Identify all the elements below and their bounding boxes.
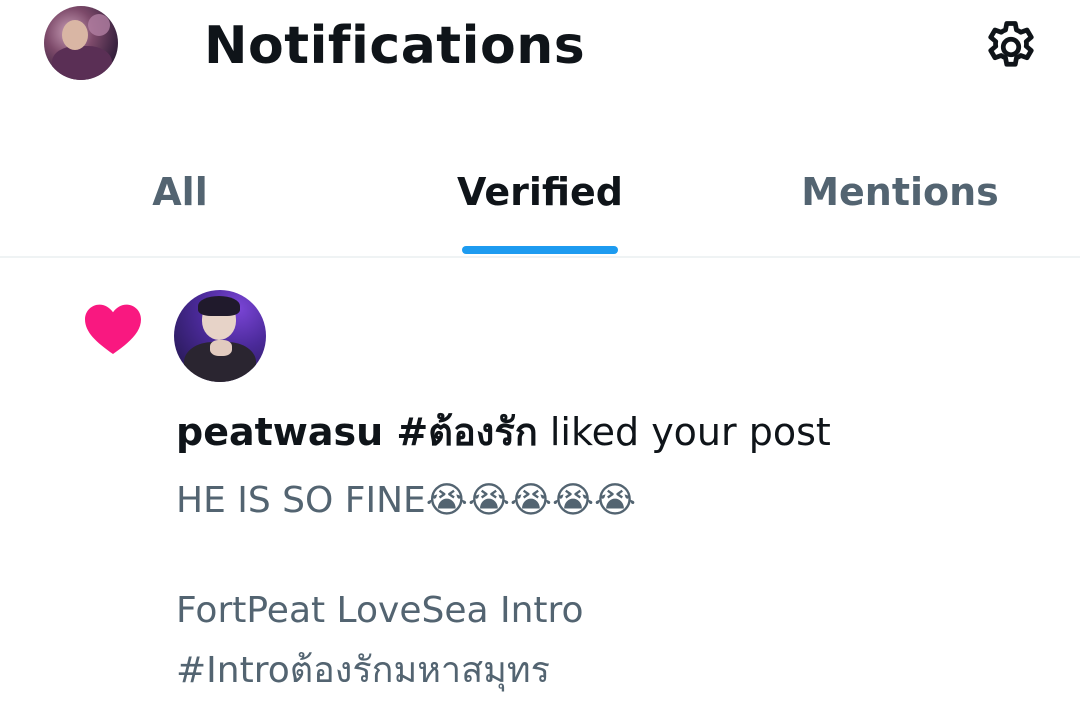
heart-icon bbox=[85, 304, 141, 354]
settings-button[interactable] bbox=[978, 14, 1044, 80]
tab-mentions[interactable]: Mentions bbox=[790, 150, 1010, 256]
notifications-page: Notifications All Verified Mentions peat… bbox=[0, 0, 1080, 710]
user-avatar[interactable] bbox=[174, 290, 266, 382]
tab-all[interactable]: All bbox=[120, 150, 240, 256]
post-text-line: #Introต้องรักมหาสมุทร bbox=[176, 650, 550, 691]
profile-avatar-icon[interactable] bbox=[44, 6, 118, 80]
notification-username[interactable]: peatwasu #ต้องรัก bbox=[176, 410, 538, 454]
tab-mentions-label: Mentions bbox=[801, 170, 999, 214]
tab-verified[interactable]: Verified bbox=[440, 150, 640, 256]
notification-tabs: All Verified Mentions bbox=[0, 150, 1080, 258]
post-text-line: HE IS SO FINE😭😭😭😭😭 bbox=[176, 480, 637, 521]
gear-icon bbox=[988, 21, 1034, 67]
notification-text: peatwasu #ต้องรัก liked your post bbox=[176, 408, 831, 456]
post-text-line: FortPeat LoveSea Intro bbox=[176, 590, 584, 631]
active-tab-indicator bbox=[462, 246, 618, 254]
notification-action: liked your post bbox=[549, 410, 831, 454]
page-title: Notifications bbox=[204, 16, 586, 76]
tab-verified-label: Verified bbox=[456, 170, 623, 214]
tab-all-label: All bbox=[152, 170, 208, 214]
